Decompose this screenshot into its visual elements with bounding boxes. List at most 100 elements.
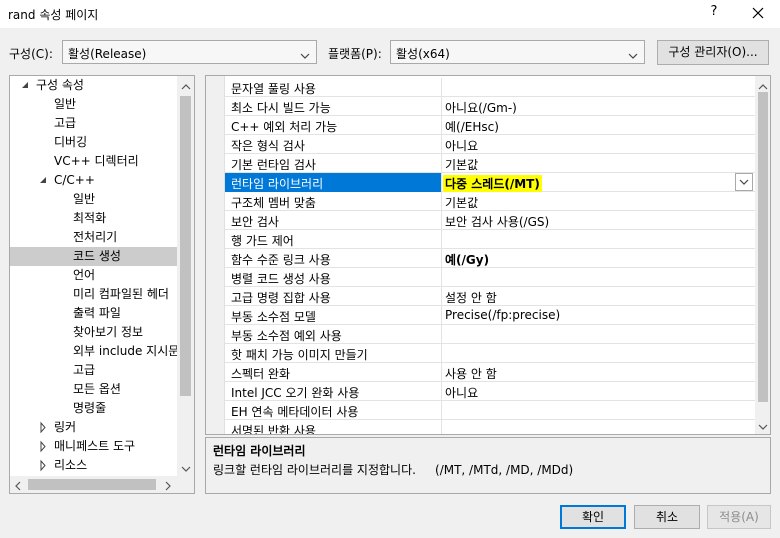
tree-item[interactable]: C/C++ (10, 171, 177, 190)
tree-item[interactable]: 찾아보기 정보 (10, 323, 177, 342)
tree-item[interactable]: 외부 include 지시문 (10, 342, 177, 361)
scroll-thumb[interactable] (28, 479, 156, 490)
property-row[interactable]: 부동 소수점 예외 사용 (225, 325, 755, 344)
grid-vertical-scrollbar[interactable] (755, 76, 770, 434)
scroll-down-icon[interactable] (181, 462, 191, 472)
property-value: 기본값 (445, 196, 479, 210)
property-row[interactable]: 병렬 코드 생성 사용 (225, 268, 755, 287)
property-row[interactable]: C++ 예외 처리 가능 예(/EHsc) (225, 116, 755, 135)
configuration-manager-button[interactable]: 구성 관리자(O)... (657, 40, 769, 65)
tree-item[interactable]: 전처리기 (10, 228, 177, 247)
property-value: Precise(/fp:precise) (445, 308, 561, 322)
cancel-button[interactable]: 취소 (634, 505, 700, 529)
column-divider (441, 287, 442, 306)
property-name: C++ 예외 처리 가능 (231, 120, 338, 134)
property-name: 핫 패치 가능 이미지 만들기 (231, 348, 368, 362)
scroll-left-icon[interactable] (14, 480, 22, 491)
scroll-up-icon[interactable] (758, 80, 768, 90)
scrollbar-corner (177, 476, 194, 493)
tree-item[interactable]: 디버깅 (10, 133, 177, 152)
scroll-thumb[interactable] (758, 92, 768, 402)
column-divider (441, 363, 442, 382)
property-row[interactable]: 고급 명령 집합 사용 설정 안 함 (225, 287, 755, 306)
tree-item-label: 매니페스트 도구 (54, 439, 136, 453)
tree-item[interactable]: 최적화 (10, 209, 177, 228)
description-text: 링크할 런타임 라이브러리를 지정합니다. (/MT, /MTd, /MD, /… (213, 463, 574, 477)
collapsed-arrow-icon[interactable] (38, 437, 48, 456)
column-divider (441, 211, 442, 230)
scroll-down-icon[interactable] (758, 420, 768, 430)
property-row[interactable]: 최소 다시 빌드 가능 아니요(/Gm-) (225, 97, 755, 116)
platform-select[interactable]: 활성(x64) (390, 40, 645, 64)
property-row[interactable]: 부동 소수점 모델 Precise(/fp:precise) (225, 306, 755, 325)
property-row[interactable]: 작은 형식 검사 아니요 (225, 135, 755, 154)
description-panel: 런타임 라이브러리 링크할 런타임 라이브러리를 지정합니다. (/MT, /M… (205, 437, 771, 494)
tree-horizontal-scrollbar[interactable] (10, 476, 177, 493)
column-divider (441, 344, 442, 363)
tree-item[interactable]: 일반 (10, 190, 177, 209)
value-dropdown-button[interactable] (735, 173, 753, 191)
property-row[interactable]: 보안 검사 보안 검사 사용(/GS) (225, 211, 755, 230)
expanded-arrow-icon[interactable] (20, 76, 30, 95)
property-name: 최소 다시 빌드 가능 (231, 101, 331, 115)
tree-item-label: 전처리기 (73, 230, 118, 244)
tree-item-label: C/C++ (54, 173, 95, 187)
tree-item[interactable]: 일반 (10, 95, 177, 114)
tree-item-label: 구성 속성 (36, 78, 84, 92)
column-divider (441, 154, 442, 173)
collapsed-arrow-icon[interactable] (38, 456, 48, 475)
tree-item[interactable]: 언어 (10, 266, 177, 285)
configuration-label: 구성(C): (9, 47, 53, 61)
property-row[interactable]: EH 연속 메타데이터 사용 (225, 401, 755, 420)
property-name: 스펙터 완화 (231, 367, 291, 381)
tree-item-label: 최적화 (73, 211, 107, 225)
property-row[interactable]: 구조체 멤버 맞춤 기본값 (225, 192, 755, 211)
collapsed-arrow-icon[interactable] (38, 418, 48, 437)
property-row[interactable]: 핫 패치 가능 이미지 만들기 (225, 344, 755, 363)
ok-button[interactable]: 확인 (560, 505, 626, 529)
expanded-arrow-icon[interactable] (38, 171, 48, 190)
scroll-up-icon[interactable] (181, 80, 191, 90)
grid-gutter (206, 76, 225, 434)
tree-item-label: 언어 (73, 268, 96, 282)
tree-item[interactable]: VC++ 디렉터리 (10, 152, 177, 171)
scroll-right-icon[interactable] (164, 480, 172, 491)
apply-button[interactable]: 적용(A) (707, 505, 771, 529)
property-row[interactable]: 행 가드 제어 (225, 230, 755, 249)
scroll-thumb[interactable] (180, 96, 191, 396)
property-row[interactable]: 런타임 라이브러리 다중 스레드(/MT) (225, 173, 755, 192)
property-row[interactable]: Intel JCC 오기 완화 사용 아니요 (225, 382, 755, 401)
close-icon[interactable] (748, 3, 768, 23)
tree-item[interactable]: 코드 생성 (10, 247, 177, 266)
tree-item[interactable]: 명령줄 (10, 399, 177, 418)
tree-item[interactable]: 미리 컴파일된 헤더 (10, 285, 177, 304)
property-name: 병렬 코드 생성 사용 (231, 272, 331, 286)
help-button[interactable]: ? (706, 4, 722, 19)
tree-item[interactable]: 링커 (10, 418, 177, 437)
property-row[interactable]: 기본 런타임 검사 기본값 (225, 154, 755, 173)
property-value: 예(/EHsc) (445, 120, 499, 134)
tree-item[interactable]: 모든 옵션 (10, 380, 177, 399)
tree-item[interactable]: 출력 파일 (10, 304, 177, 323)
property-name: 구조체 멤버 맞춤 (231, 196, 316, 210)
property-value[interactable]: 다중 스레드(/MT) (443, 175, 542, 192)
property-grid: 문자열 풀링 사용 최소 다시 빌드 가능 아니요(/Gm-) C++ 예외 처리 가… (205, 75, 771, 435)
column-divider (441, 249, 442, 268)
tree-item[interactable]: 매니페스트 도구 (10, 437, 177, 456)
chevron-down-icon (300, 49, 310, 59)
property-row[interactable]: 스펙터 완화 사용 안 함 (225, 363, 755, 382)
column-divider (441, 97, 442, 116)
tree-item[interactable]: 고급 (10, 114, 177, 133)
platform-label: 플랫폼(P): (328, 47, 382, 61)
property-row[interactable]: 함수 수준 링크 사용 예(/Gy) (225, 249, 755, 268)
tree-item[interactable]: 고급 (10, 361, 177, 380)
tree-vertical-scrollbar[interactable] (177, 76, 194, 476)
tree-item[interactable]: 리소스 (10, 456, 177, 475)
configuration-select[interactable]: 활성(Release) (62, 40, 317, 64)
property-row[interactable]: 문자열 풀링 사용 (225, 78, 755, 97)
tree-item[interactable]: 구성 속성 (10, 76, 177, 95)
tree-item-label: 링커 (54, 420, 77, 434)
tree-item-label: 고급 (54, 116, 77, 130)
chevron-down-icon (736, 179, 752, 193)
property-row[interactable]: 서명된 반환 사용 (225, 420, 755, 434)
